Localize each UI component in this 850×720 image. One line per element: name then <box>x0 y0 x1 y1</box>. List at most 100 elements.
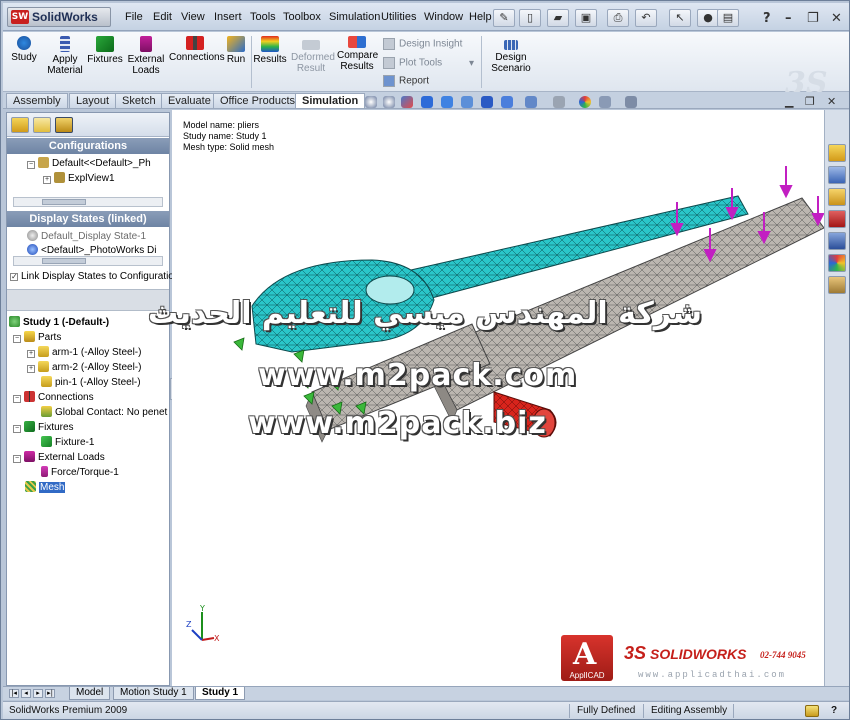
solidworks-logo[interactable]: SW SolidWorks <box>7 7 111 27</box>
deformed-result-button[interactable]: Deformed Result <box>291 36 335 74</box>
compare-results-button[interactable]: Compare Results <box>337 36 378 72</box>
tab-office-products[interactable]: Office Products <box>213 93 302 108</box>
part-arm1[interactable]: + arm-1 (-Alloy Steel-) <box>27 346 141 358</box>
design-library-folder-icon[interactable] <box>828 188 846 206</box>
feature-manager-tab-icon[interactable] <box>11 117 29 133</box>
print-icon[interactable]: ⎙ <box>607 9 629 27</box>
tab-layout[interactable]: Layout <box>69 93 117 108</box>
tab-assembly[interactable]: Assembly <box>6 93 68 108</box>
report-button[interactable]: Report <box>383 75 429 87</box>
options-list-icon[interactable]: ▤ <box>717 9 739 27</box>
parts-node[interactable]: − Parts <box>13 331 61 343</box>
prev-tab-arrow-icon[interactable]: ◂ <box>21 689 31 698</box>
config-default[interactable]: − Default<<Default>_Ph <box>27 157 151 169</box>
tab-model[interactable]: Model <box>69 687 111 700</box>
new-document-icon[interactable]: ▯ <box>519 9 541 27</box>
apply-scene-icon[interactable] <box>553 96 565 108</box>
menu-utilities[interactable]: Utilities <box>381 11 416 23</box>
fixtures-button[interactable]: Fixtures <box>87 36 123 65</box>
pane-restore-icon[interactable]: ❐ <box>805 95 815 108</box>
connections-button[interactable]: Connections <box>169 36 225 63</box>
realview-icon[interactable] <box>599 96 611 108</box>
menu-tools[interactable]: Tools <box>250 11 276 23</box>
design-insight-button[interactable]: Design Insight <box>383 38 462 50</box>
custom-properties-icon[interactable] <box>828 276 846 294</box>
select-cursor-icon[interactable]: ↖ <box>669 9 691 27</box>
open-folder-icon[interactable]: ▰ <box>547 9 569 27</box>
collapse-icon[interactable]: − <box>13 425 21 433</box>
menu-toolbox[interactable]: Toolbox <box>283 11 321 23</box>
collapse-icon[interactable]: − <box>13 335 21 343</box>
link-display-states-checkbox[interactable]: ✓ Link Display States to Configuratio <box>10 271 174 282</box>
tab-sketch[interactable]: Sketch <box>115 93 163 108</box>
part-arm2[interactable]: + arm-2 (-Alloy Steel-) <box>27 361 141 373</box>
minimize-icon[interactable]: – <box>785 11 792 26</box>
pin-icon[interactable]: ✎ <box>493 9 515 27</box>
edit-appearance-icon[interactable] <box>525 96 537 108</box>
menu-window[interactable]: Window <box>424 11 463 23</box>
view-palette-icon[interactable] <box>828 232 846 250</box>
part-pin1[interactable]: pin-1 (-Alloy Steel-) <box>41 376 141 388</box>
global-contact-node[interactable]: Global Contact: No penet <box>41 406 167 418</box>
section-view-icon[interactable] <box>421 96 433 108</box>
rebuild-traffic-light-icon[interactable]: ● <box>697 9 719 27</box>
property-manager-tab-icon[interactable] <box>33 117 51 133</box>
appearances-icon[interactable] <box>828 254 846 272</box>
tab-simulation[interactable]: Simulation <box>295 93 366 108</box>
display-horizontal-scrollbar[interactable] <box>13 256 163 266</box>
close-icon[interactable]: ✕ <box>831 11 842 26</box>
hide-show-icon[interactable] <box>501 96 513 108</box>
fixture-1-node[interactable]: Fixture-1 <box>41 436 94 448</box>
pane-minimize-icon[interactable]: ▁ <box>785 95 793 108</box>
force-torque-node[interactable]: Force/Torque-1 <box>41 466 119 478</box>
results-button[interactable]: Results <box>253 36 287 65</box>
display-state-2[interactable]: <Default>_PhotoWorks Di <box>27 244 156 256</box>
last-tab-arrow-icon[interactable]: ▸| <box>45 689 55 698</box>
file-explorer-icon[interactable] <box>828 210 846 228</box>
restore-icon[interactable]: ❐ <box>807 11 819 26</box>
plot-tools-dropdown-icon[interactable]: ▾ <box>469 58 474 69</box>
view-settings-icon[interactable] <box>625 96 637 108</box>
pane-close-icon[interactable]: ✕ <box>827 95 836 108</box>
config-explview[interactable]: + ExplView1 <box>43 172 115 184</box>
display-state-1[interactable]: Default_Display State-1 <box>27 230 146 242</box>
study-button[interactable]: Study <box>11 36 37 63</box>
menu-simulation[interactable]: Simulation <box>329 11 380 23</box>
zoom-area-icon[interactable] <box>383 96 395 108</box>
menu-view[interactable]: View <box>181 11 205 23</box>
home-icon[interactable] <box>828 144 846 162</box>
menu-edit[interactable]: Edit <box>153 11 172 23</box>
next-tab-arrow-icon[interactable]: ▸ <box>33 689 43 698</box>
menu-insert[interactable]: Insert <box>214 11 242 23</box>
pane-splitter[interactable] <box>7 289 169 311</box>
config-horizontal-scrollbar[interactable] <box>13 197 163 207</box>
tab-study-1[interactable]: Study 1 <box>195 687 246 700</box>
previous-view-icon[interactable] <box>401 96 413 108</box>
menu-help[interactable]: Help <box>469 11 492 23</box>
display-style-icon[interactable] <box>461 96 473 108</box>
study-node[interactable]: Study 1 (-Default-) <box>9 316 109 328</box>
run-button[interactable]: Run <box>225 36 247 65</box>
undo-icon[interactable]: ↶ <box>635 9 657 27</box>
external-loads-node[interactable]: − External Loads <box>13 451 105 463</box>
view-orientation-icon[interactable] <box>441 96 453 108</box>
first-tab-arrow-icon[interactable]: |◂ <box>9 689 19 698</box>
configuration-manager-tab-icon[interactable] <box>55 117 73 133</box>
tab-motion-study-1[interactable]: Motion Study 1 <box>113 687 194 700</box>
save-icon[interactable]: ▣ <box>575 9 597 27</box>
collapse-icon[interactable]: − <box>27 161 35 169</box>
help-question-icon[interactable]: ? <box>763 11 771 26</box>
expand-icon[interactable]: + <box>27 365 35 373</box>
checkbox-icon[interactable]: ✓ <box>10 273 18 281</box>
collapse-icon[interactable]: − <box>13 395 21 403</box>
tab-evaluate[interactable]: Evaluate <box>161 93 218 108</box>
apply-material-button[interactable]: Apply Material <box>45 36 85 76</box>
expand-icon[interactable]: + <box>43 176 51 184</box>
status-help-icon[interactable]: ? <box>831 705 837 716</box>
external-loads-button[interactable]: External Loads <box>127 36 165 76</box>
menu-file[interactable]: File <box>125 11 143 23</box>
graphics-area[interactable]: Model name: pliers Study name: Study 1 M… <box>148 110 824 686</box>
collapse-icon[interactable]: − <box>13 455 21 463</box>
design-scenario-button[interactable]: Design Scenario <box>489 36 533 74</box>
expand-icon[interactable]: + <box>27 350 35 358</box>
